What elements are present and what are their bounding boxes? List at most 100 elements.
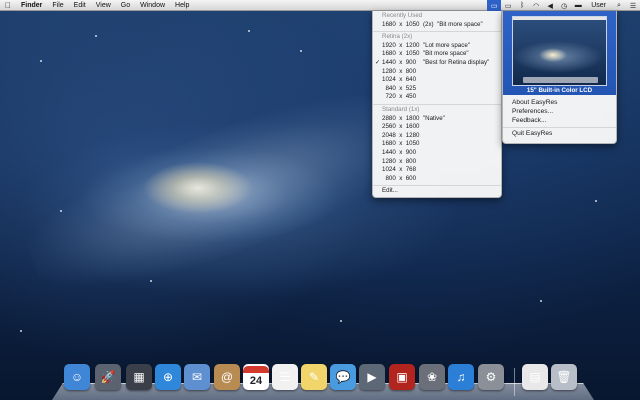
section-heading: Standard (1x) [382,105,420,113]
resolution-option[interactable]: 800 x 600 [373,175,501,184]
menu-go[interactable]: Go [116,0,135,11]
menu-separator [373,31,501,33]
star [60,210,62,212]
menu-view[interactable]: View [91,0,116,11]
resolution-label: 1024 x 768 [382,166,417,174]
about-easyres-item[interactable]: About EasyRes [503,99,616,108]
dock-glyph: ⊕ [162,370,174,384]
resolution-option[interactable]: 720 x 450 [373,93,501,102]
resolution-option[interactable]: 1024 x 640 [373,76,501,85]
star [340,320,342,322]
notes-icon[interactable]: ✎ [301,364,327,390]
menu-finder[interactable]: Finder [16,0,47,11]
resolution-option[interactable]: 2560 x 1600 [373,123,501,132]
edit-item[interactable]: Edit... [373,187,501,196]
resolution-option[interactable]: 840 x 525 [373,85,501,94]
panel-menu-items: About EasyRes Preferences... Feedback...… [503,99,616,139]
dock-glyph: ▦ [133,370,145,384]
resolution-option[interactable]: 1280 x 800 [373,158,501,167]
dock-glyph: 💬 [335,370,351,384]
resolution-label: 1440 x 900 [382,148,417,156]
itunes-icon[interactable]: ♫ [448,364,474,390]
menu-file[interactable]: File [47,0,68,11]
photo-booth-icon[interactable]: ▣ [389,364,415,390]
finder-icon[interactable]: ☺ [64,364,90,390]
preferences-item[interactable]: Preferences... [503,108,616,117]
bluetooth-icon[interactable]: ᛒ [515,0,529,11]
contacts-icon[interactable]: @ [214,364,240,390]
preview-icon[interactable]: ▤ [522,364,548,390]
section-heading: Recently Used [382,12,423,19]
user-menu[interactable]: User [585,2,612,9]
mail-icon[interactable]: ✉ [184,364,210,390]
resolution-label: 1280 x 800 [382,157,417,165]
resolution-option[interactable]: 2880 x 1800 "Native" [373,115,501,124]
star [595,200,597,202]
resolution-option[interactable]: ✓ 1440 x 900 "Best for Retina display" [373,59,501,68]
airplay-icon[interactable]: ▭ [501,0,515,11]
mission-control-icon[interactable]: ▦ [126,364,152,390]
notification-center-icon[interactable]: ☰ [626,0,640,11]
dock-glyph: @ [220,370,234,384]
safari-icon[interactable]: ⊕ [155,364,181,390]
resolution-label: 800 x 600 [382,174,417,182]
display-name-label: 15" Built-in Color LCD [526,87,593,94]
reminders-icon[interactable]: ☰ [272,364,298,390]
resolution-label: 1680 x 1050 [382,140,420,148]
resolution-label: 2560 x 1600 [382,123,420,131]
system-preferences-icon[interactable]: ⚙ [478,364,504,390]
resolution-option[interactable]: 1280 x 800 [373,68,501,77]
menu-window[interactable]: Window [135,0,170,11]
menu-extras: ▭ ▭ ᛒ ◠ ◀ ◷ ▬ User ⌕ ☰ [487,0,640,11]
menu-help[interactable]: Help [170,0,194,11]
messages-icon[interactable]: 💬 [330,364,356,390]
star [248,30,250,32]
resolution-option[interactable]: 1024 x 768 [373,166,501,175]
trash-icon[interactable]: 🗑 [551,364,577,390]
apple-logo-icon[interactable]:  [0,1,16,10]
feedback-item[interactable]: Feedback... [503,117,616,126]
time-machine-icon[interactable]: ◷ [557,0,571,11]
calendar-header [243,365,269,373]
resolution-label: 840 x 525 [382,84,417,92]
display-thumbnail [512,16,607,86]
menu-separator [503,127,616,129]
volume-icon[interactable]: ◀ [543,0,557,11]
section-heading: Retina (2x) [382,33,413,41]
facetime-icon[interactable]: ▶ [359,364,385,390]
resolution-label: 1680 x 1050 (2x) "Bit more space" [382,20,483,28]
resolution-label: 2880 x 1800 "Native" [382,114,445,122]
dock-glyph: ❀ [426,370,438,384]
dock-divider [514,368,515,396]
menu-bar:  FinderFileEditViewGoWindowHelp ▭ ▭ ᛒ ◠… [0,0,640,11]
resolution-label: 1280 x 800 [382,67,417,75]
resolution-option[interactable]: 1920 x 1200 "Lot more space" [373,42,501,51]
quit-easyres-item[interactable]: Quit EasyRes [503,130,616,139]
star [150,280,152,282]
resolution-option[interactable]: 1680 x 1050 "Bit more space" [373,50,501,59]
resolution-option[interactable]: 2048 x 1280 [373,132,501,141]
menu-separator [373,185,501,187]
iphoto-icon[interactable]: ❀ [419,364,445,390]
resolution-option[interactable]: 1440 x 900 [373,149,501,158]
resolution-label: 1440 x 900 "Best for Retina display" [382,58,490,66]
resolution-label: 720 x 450 [382,93,417,101]
menu-edit[interactable]: Edit [69,0,91,11]
dock-glyph: 🗑 [556,370,572,384]
star [300,50,302,52]
spotlight-icon[interactable]: ⌕ [612,0,626,11]
star [40,60,42,62]
calendar-icon[interactable]: 24 [243,364,269,390]
menu-items: Finder File Edit View Go Window Help [16,0,194,11]
dock-glyph: ☰ [279,370,291,384]
resolution-option[interactable]: 1680 x 1050 [373,140,501,149]
wifi-icon[interactable]: ◠ [529,0,543,11]
easyres-display-icon[interactable]: ▭ [487,0,502,11]
display-header[interactable]: 15" Built-in Color LCD [503,11,616,95]
resolution-option[interactable]: 1680 x 1050 (2x) "Bit more space" [373,21,501,30]
star [540,300,542,302]
launchpad-icon[interactable]: 🚀 [95,364,121,390]
thumbnail-dock [523,77,598,83]
battery-icon[interactable]: ▬ [571,0,585,11]
dock-glyph: ✉ [191,370,203,384]
